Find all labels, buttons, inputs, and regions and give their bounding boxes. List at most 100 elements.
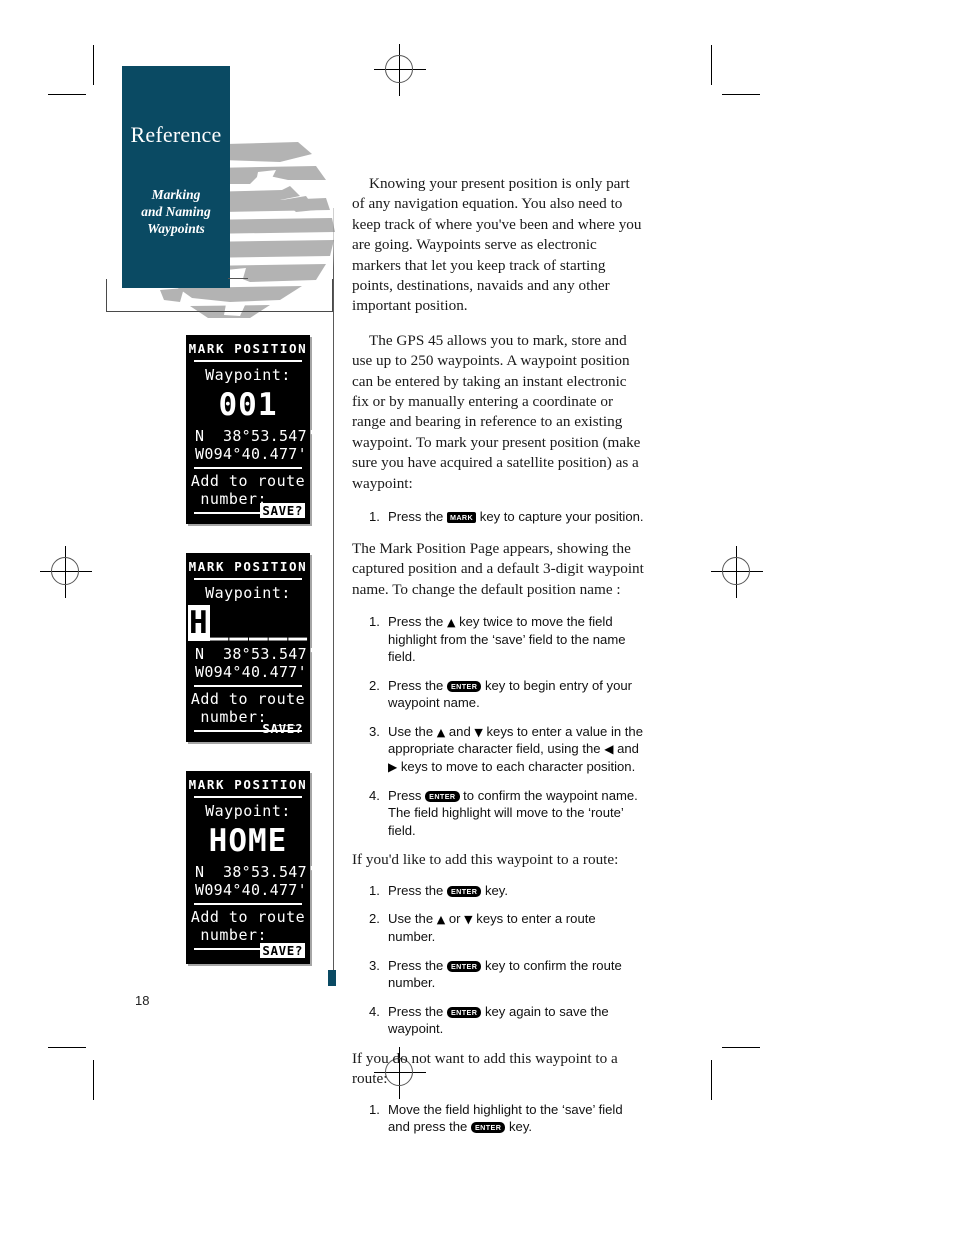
step-number: 4. [369,787,380,803]
section-subtitle-line-3: Waypoints [147,221,205,236]
down-arrow-key-icon: ▼ [474,725,483,739]
crop-mark-top-left-horizontal [48,94,86,95]
gps-screen-editing-name: MARK POSITION Waypoint: H_____ N 38°53.5… [186,553,317,742]
gps-waypoint-char-rest: _____ [209,605,308,641]
crop-mark-top-right-vertical [711,45,712,85]
section-subtitle-line-1: Marking [151,187,201,202]
gps-field-label-2: Waypoint: [205,584,291,602]
registration-mark-left [40,546,92,598]
gps-header-1: MARK POSITION [188,341,308,356]
gps-longitude-3: W094°40.477' [195,881,307,899]
enter-key-icon: ENTER [470,1122,506,1134]
masthead-short-rule [228,278,248,279]
steps-capture-position: 1. Press the MARK key to capture your pos… [369,508,644,526]
gps-save-area-1: SAVE? [260,500,305,519]
gps-field-label-1: Waypoint: [205,366,291,384]
step-text-after: key. [484,882,509,898]
step-number: 1. [369,882,380,898]
step-route-2: 2. Use the ▲ or ▼ keys to enter a route n… [369,910,644,945]
gps-longitude-2: W094°40.477' [195,663,307,681]
gps-save-button-1: SAVE? [260,503,305,518]
mark-key-icon: MARK [446,512,477,524]
enter-key-icon: ENTER [446,680,482,692]
step-route-4: 4. Press the ENTER key again to save the … [369,1003,644,1038]
step-text-before: Press [388,787,422,803]
section-masthead: Reference Marking and Naming Waypoints [122,66,230,288]
step-text-mid-1: and [448,723,471,739]
left-arrow-key-icon: ◀ [604,742,614,757]
section-title: Reference [130,122,222,147]
up-arrow-key-icon: ▲ [446,615,456,629]
gps-field-label-3: Waypoint: [205,802,291,820]
up-arrow-key-icon: ▲ [436,913,446,927]
step-name-3: 3. Use the ▲ and ▼ keys to enter a value … [369,723,644,776]
step-text-after: key. [509,1119,533,1135]
step-number: 1. [369,1101,380,1117]
step-text-before: Use the [388,723,434,739]
section-subtitle-line-2: and Naming [141,204,211,219]
step-route-1: 1. Press the ENTER key. [369,882,644,900]
step-text-after: key to capture your position. [479,509,644,525]
step-number: 1. [369,613,380,629]
crop-mark-bottom-left-vertical [93,1060,94,1100]
step-number: 3. [369,957,380,973]
body-column: Knowing your present position is only pa… [352,174,644,1147]
step-number: 3. [369,723,380,739]
column-divider-rule [333,208,334,970]
step-text-before: Press the [388,1003,444,1019]
right-arrow-key-icon: ▶ [388,760,398,775]
page-number: 18 [135,993,150,1008]
gps-save-area-2: SAVE? [260,718,305,737]
gps-save-area-3: SAVE? [260,940,305,959]
step-number: 4. [369,1003,380,1019]
step-route-3: 3. Press the ENTER key to confirm the rou… [369,957,644,992]
step-text-after: keys to move to each character position. [400,759,636,775]
gps-waypoint-char-highlight: H [188,605,210,641]
gps-waypoint-name-2: H_____ [188,602,308,645]
gps-header-3: MARK POSITION [188,777,308,792]
paragraph-mark-page: The Mark Position Page appears, showing … [352,539,644,598]
step-capture-1: 1. Press the MARK key to capture your pos… [369,508,644,526]
enter-key-icon: ENTER [425,790,460,802]
step-text-before: Press the [388,677,444,693]
gps-latitude-2: N 38°53.547' [195,645,317,663]
up-arrow-key-icon: ▲ [436,725,446,739]
paragraph-intro: Knowing your present position is only pa… [352,175,642,315]
gps-waypoint-name-1: 001 [218,387,278,423]
steps-add-route: 1. Press the ENTER key. 2. Use the ▲ or ▼ … [369,882,644,1038]
gps-screen-default-name: MARK POSITION Waypoint: 001 N 38°53.547'… [186,335,317,524]
lead-no-route: If you do not want to add this waypoint … [352,1050,618,1088]
gps-save-button-3: SAVE? [260,943,305,958]
step-text-before: Use the [388,911,434,927]
enter-key-icon: ENTER [446,960,482,972]
lead-add-route: If you'd like to add this waypoint to a … [352,851,619,869]
step-number: 2. [369,677,380,693]
step-text-before: Press the [388,882,444,898]
manual-page: Reference Marking and Naming Waypoints M… [0,0,954,1235]
step-name-2: 2. Press the ENTER key to begin entry of … [369,677,644,712]
gps-save-button-2: SAVE? [262,721,303,736]
steps-skip-route: 1. Move the field highlight to the ‘save’… [369,1101,644,1136]
gps-header-2: MARK POSITION [188,559,308,574]
gps-route-label-2: Add to route [190,690,306,708]
gps-latitude-3: N 38°53.547' [195,863,317,881]
registration-mark-top [374,44,426,96]
enter-key-icon: ENTER [446,885,482,897]
step-text-before: Move the field highlight to the ‘save’ f… [388,1101,623,1135]
gps-longitude-1: W094°40.477' [195,445,307,463]
column-divider-end-marker [328,970,336,986]
step-text-before: Press the [388,509,444,525]
step-name-1: 1. Press the ▲ key twice to move the fiel… [369,613,644,666]
crop-mark-bottom-right-horizontal [722,1047,760,1048]
gps-latitude-1: N 38°53.547' [195,427,317,445]
step-text-mid-3: and [617,741,639,757]
gps-waypoint-name-3: HOME [208,823,288,859]
step-text-before: Press the [388,613,444,629]
step-skip-1: 1. Move the field highlight to the ‘save’… [369,1101,644,1136]
crop-mark-top-left-vertical [93,45,94,85]
crop-mark-bottom-left-horizontal [48,1047,86,1048]
gps-screen-named-home: MARK POSITION Waypoint: HOME N 38°53.547… [186,771,317,964]
step-number: 2. [369,911,380,927]
section-subtitle: Marking and Naming Waypoints [122,186,230,237]
down-arrow-key-icon: ▼ [464,913,473,927]
